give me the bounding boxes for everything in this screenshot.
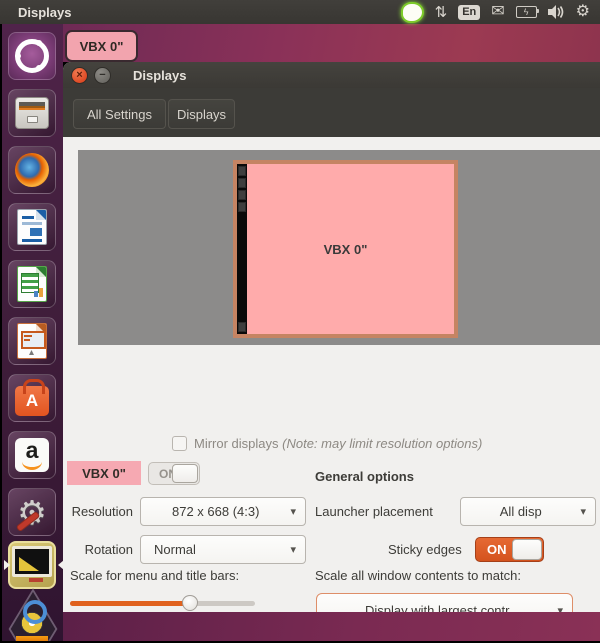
monitor-thumbnail[interactable]: VBX 0" [233, 160, 458, 338]
scale-all-dropdown[interactable]: Display with largest contr ▾ [316, 593, 573, 612]
volume-icon[interactable] [547, 5, 565, 19]
chevron-down-icon: ▾ [290, 544, 296, 556]
sticky-edges-label: Sticky edges [388, 542, 462, 557]
desktop-wallpaper-bottom [63, 612, 600, 641]
chevron-down-icon: ▾ [557, 604, 563, 613]
chevron-down-icon: ▾ [290, 506, 296, 518]
minimize-button[interactable]: − [94, 66, 111, 84]
all-settings-button[interactable]: All Settings [73, 99, 166, 129]
display-drag-tab: VBX 0" [65, 30, 138, 62]
mirror-note: (Note: may limit resolution options) [282, 436, 483, 451]
session-gear-icon[interactable]: ⚙ [576, 4, 590, 20]
launcher-item-ubuntu-dash[interactable] [8, 32, 56, 80]
monitor-arrangement-area: VBX 0" [78, 150, 600, 345]
displays-monitor-icon [12, 546, 52, 584]
top-panel: Displays ⇅ En ✉ ϟ ⚙ [0, 0, 600, 24]
chevron-down-icon: ▾ [580, 506, 586, 518]
launcher-item-files[interactable] [8, 89, 56, 137]
amazon-icon: a [15, 438, 49, 472]
file-cabinet-icon [15, 97, 49, 129]
displays-window: × − Displays All Settings Displays VBX 0… [63, 62, 600, 612]
launcher-placement-dropdown[interactable]: All disp ▾ [460, 497, 596, 526]
close-icon: × [76, 69, 83, 81]
firefox-icon [15, 153, 49, 187]
minimize-icon: − [99, 69, 106, 81]
sync-arrows-icon[interactable]: ⇅ [435, 5, 448, 20]
toggle-knob [512, 539, 542, 560]
window-content: VBX 0" Mirror displays (Note: may limit … [63, 137, 600, 612]
mini-launcher-strip [237, 164, 247, 334]
monitor-power-toggle[interactable]: ON [148, 462, 200, 485]
sticky-edges-toggle[interactable]: ON [475, 537, 544, 562]
focused-app-arrow-left [4, 560, 10, 570]
calc-spreadsheet-icon [17, 266, 47, 302]
slider-fill [70, 601, 190, 606]
scale-menu-label: Scale for menu and title bars: [70, 568, 240, 583]
launcher-item-system-settings[interactable]: ⚙ [8, 488, 56, 536]
settings-gear-wrench-icon: ⚙ [17, 493, 47, 531]
ui-scale-slider[interactable] [70, 595, 255, 611]
launcher-item-unknown-partial[interactable] [8, 588, 58, 641]
launcher-item-libreoffice-impress[interactable] [8, 317, 56, 365]
desktop-wallpaper-top [63, 24, 600, 62]
display-drag-tab-label: VBX 0" [79, 38, 124, 54]
launcher-item-amazon[interactable]: a [8, 431, 56, 479]
launcher-item-firefox[interactable] [8, 146, 56, 194]
resolution-label: Resolution [71, 504, 133, 519]
launcher-item-software-center[interactable]: A [8, 374, 56, 422]
writer-document-icon [17, 209, 47, 245]
ubuntu-logo-icon [15, 39, 49, 73]
mirror-displays-label: Mirror displays (Note: may limit resolut… [194, 436, 483, 451]
launcher-item-libreoffice-writer[interactable] [8, 203, 56, 251]
rotation-label: Rotation [84, 542, 133, 557]
mirror-displays-checkbox[interactable] [172, 436, 187, 451]
toggle-knob [172, 464, 198, 483]
software-bag-icon: A [15, 379, 49, 416]
window-title: Displays [133, 67, 187, 83]
mail-icon[interactable]: ✉ [491, 4, 504, 20]
close-button[interactable]: × [71, 66, 88, 84]
window-titlebar[interactable]: × − Displays [63, 62, 600, 88]
launcher-item-libreoffice-calc[interactable] [8, 260, 56, 308]
screen: Displays ⇅ En ✉ ϟ ⚙ VBX 0" A a ⚙ × − Dis… [0, 0, 600, 643]
rotation-dropdown[interactable]: Normal ▾ [140, 535, 306, 564]
battery-icon[interactable]: ϟ [515, 6, 539, 18]
slider-knob[interactable] [182, 595, 198, 611]
window-toolbar: All Settings Displays [63, 88, 600, 137]
monitor-name-chip: VBX 0" [67, 461, 141, 485]
indicator-area: ⇅ En ✉ ϟ ⚙ [400, 1, 600, 23]
launcher-item-displays-active[interactable] [8, 541, 56, 589]
keyboard-layout-indicator[interactable]: En [458, 4, 481, 20]
general-options-heading: General options [315, 469, 414, 484]
resolution-dropdown[interactable]: 872 x 668 (4:3) ▾ [140, 497, 306, 526]
impress-presentation-icon [17, 323, 47, 359]
displays-tab-button[interactable]: Displays [168, 99, 235, 129]
panel-app-title: Displays [18, 4, 72, 20]
unity-launcher: A a ⚙ [2, 24, 63, 641]
monitor-thumbnail-label: VBX 0" [323, 241, 368, 257]
notification-blob-icon[interactable] [400, 1, 424, 23]
scale-all-label: Scale all window contents to match: [315, 568, 521, 583]
launcher-placement-label: Launcher placement [315, 504, 433, 519]
